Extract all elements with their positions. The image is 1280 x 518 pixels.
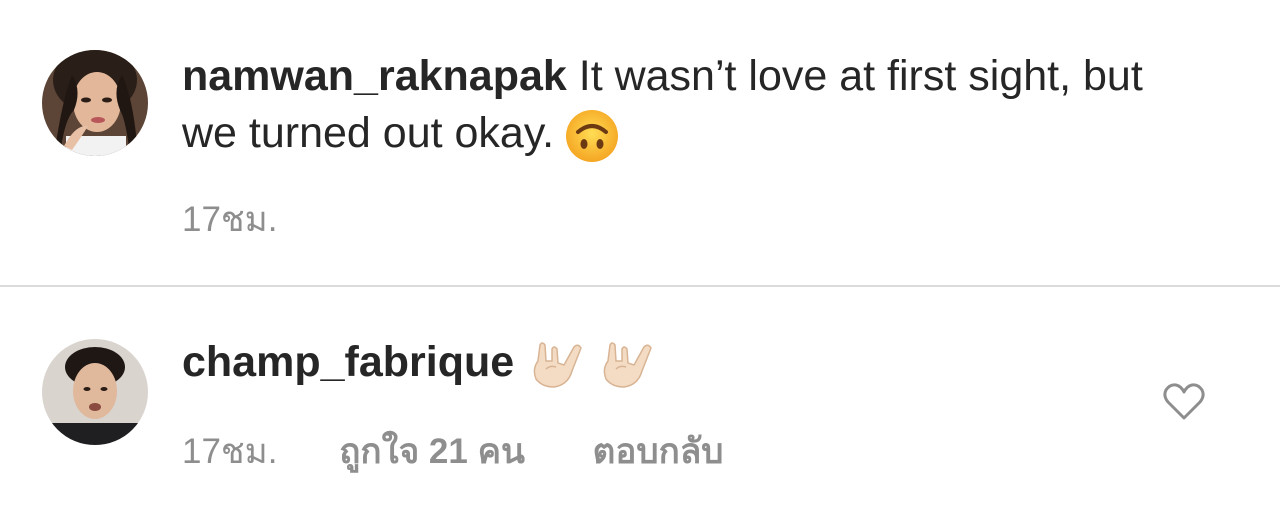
comment-username[interactable]: namwan_raknapak — [182, 52, 567, 100]
comment-meta: 17ชม. ถูกใจ 21 คน ตอบกลับ — [182, 424, 723, 479]
comment-time: 17ชม. — [182, 200, 278, 239]
avatar[interactable] — [42, 50, 148, 156]
love-you-gesture-emoji-icon — [528, 339, 586, 391]
comment-body: namwan_raknapak It wasn’t love at first … — [182, 48, 1190, 164]
likes-count-link[interactable]: ถูกใจ 21 คน — [339, 424, 525, 479]
love-you-gesture-emoji-icon — [598, 339, 656, 391]
comment-body: champ_fabrique — [182, 334, 1190, 391]
reply-button[interactable]: ตอบกลับ — [593, 424, 724, 479]
heart-icon[interactable] — [1162, 382, 1206, 422]
comment-item: namwan_raknapak It wasn’t love at first … — [0, 0, 1280, 285]
upside-down-face-emoji-icon — [564, 108, 620, 164]
comment-username[interactable]: champ_fabrique — [182, 338, 514, 386]
comment-meta: 17ชม. — [182, 192, 277, 247]
comment-item: champ_fabrique 17ชม. ถูกใจ 21 คน ตอบกลับ — [0, 287, 1280, 518]
comment-time: 17ชม. — [182, 432, 278, 471]
avatar[interactable] — [42, 339, 148, 445]
